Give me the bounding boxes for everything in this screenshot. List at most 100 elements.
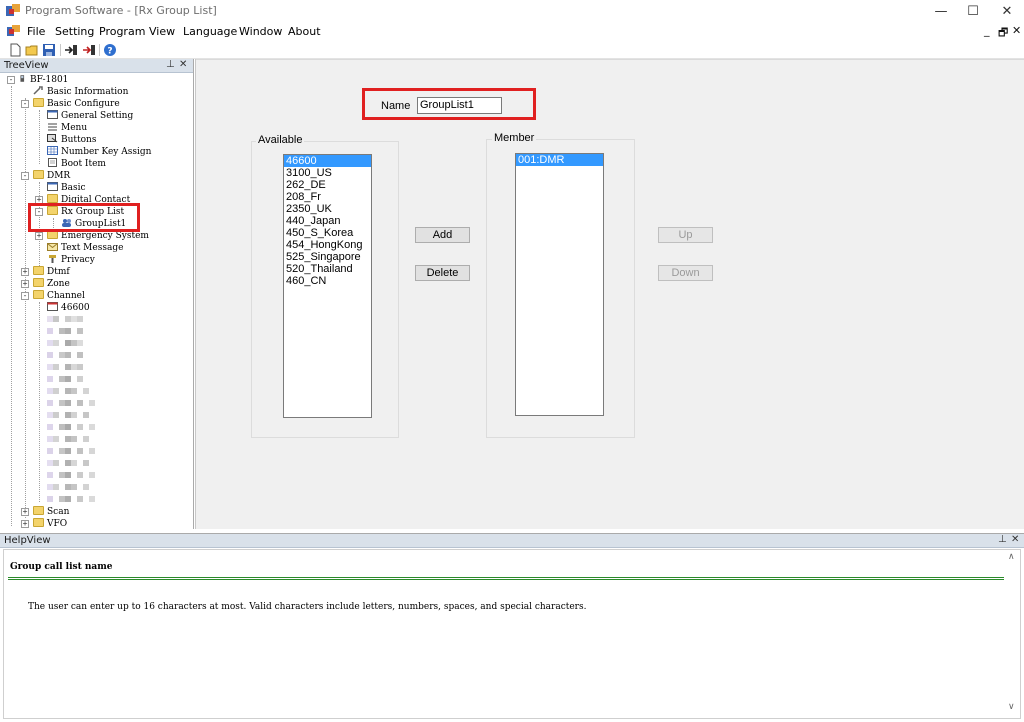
expand-toggle[interactable]: + <box>21 520 29 528</box>
add-button[interactable]: Add <box>415 227 470 243</box>
expand-toggle[interactable]: + <box>21 268 29 276</box>
expand-toggle[interactable]: + <box>35 232 43 240</box>
menu-window[interactable]: Window <box>239 25 282 38</box>
tree-node-label: Zone <box>47 279 70 289</box>
folder-icon <box>33 518 44 527</box>
menu-about[interactable]: About <box>288 25 321 38</box>
member-list-item[interactable]: 001:DMR <box>516 154 603 166</box>
treeview-header: TreeView ⊥ ✕ <box>0 59 193 73</box>
tree-node-menu[interactable]: Menu <box>47 122 87 134</box>
collapse-toggle[interactable]: - <box>21 292 29 300</box>
pin-icon[interactable]: ⊥ <box>166 59 175 70</box>
member-listbox[interactable]: 001:DMR <box>515 153 604 416</box>
tree-node-label: 46600 <box>61 303 90 313</box>
name-label: Name <box>381 100 411 112</box>
available-list-item[interactable]: 450_S_Korea <box>284 227 371 239</box>
list-icon <box>48 123 57 131</box>
close-button[interactable]: ✕ <box>990 0 1024 22</box>
menu-language[interactable]: Language <box>183 25 237 38</box>
available-label: Available <box>256 134 305 146</box>
collapse-toggle[interactable]: - <box>21 172 29 180</box>
button-icon <box>47 134 58 143</box>
collapse-toggle[interactable]: - <box>7 76 15 84</box>
menu-program[interactable]: Program <box>99 25 145 38</box>
expand-toggle[interactable]: + <box>21 280 29 288</box>
open-folder-icon[interactable] <box>25 43 39 57</box>
available-list-item[interactable]: 262_DE <box>284 179 371 191</box>
maximize-button[interactable]: ☐ <box>956 0 990 22</box>
child-window-icon[interactable] <box>7 25 20 37</box>
folder-icon <box>33 170 44 179</box>
tree-node-number-key-assign[interactable]: Number Key Assign <box>47 146 151 158</box>
tree-node-label: Channel <box>47 291 85 301</box>
window-title: Program Software - [Rx Group List] <box>25 4 217 17</box>
name-input[interactable]: GroupList1 <box>417 97 502 114</box>
collapse-toggle[interactable]: - <box>21 100 29 108</box>
help-text: The user can enter up to 16 characters a… <box>28 602 587 612</box>
available-list-item[interactable]: 525_Singapore <box>284 251 371 263</box>
tree-node-scan[interactable]: Scan <box>33 506 69 518</box>
tree-node-label: VFO <box>47 519 68 529</box>
mdi-minimize-button[interactable]: _ <box>984 24 990 37</box>
available-list-item[interactable]: 46600 <box>284 155 371 167</box>
pin-icon[interactable]: ⊥ <box>998 534 1007 545</box>
available-list-item[interactable]: 440_Japan <box>284 215 371 227</box>
tree-node-channel[interactable]: Channel <box>33 290 85 302</box>
treeview-close-button[interactable]: ✕ <box>179 59 187 70</box>
delete-button[interactable]: Delete <box>415 265 470 281</box>
tree-node-boot-item[interactable]: Boot Item <box>47 158 106 170</box>
available-listbox[interactable]: 46600 3100_US 262_DE 208_Fr 2350_UK 440_Japan… <box>283 154 372 418</box>
tree-node-root[interactable]: BF-1801 <box>19 74 68 86</box>
read-from-radio-icon[interactable] <box>64 43 78 57</box>
expand-toggle[interactable]: + <box>21 508 29 516</box>
available-list-item[interactable]: 520_Thailand <box>284 263 371 275</box>
main-top-edge <box>196 59 1024 60</box>
help-scrollbar[interactable]: ∧ ∨ <box>1006 552 1018 716</box>
tree-node-basic-configure[interactable]: Basic Configure <box>33 98 120 110</box>
tree-node-dmr[interactable]: DMR <box>33 170 70 182</box>
tree-node-general-setting[interactable]: General Setting <box>47 110 133 122</box>
help-icon[interactable]: ? <box>103 43 117 57</box>
tree-node-basic[interactable]: Basic <box>47 182 86 194</box>
menu-file[interactable]: File <box>27 25 45 38</box>
title-bar: Program Software - [Rx Group List] — ☐ ✕ <box>0 0 1024 22</box>
tree-node-channel-46600[interactable]: 46600 <box>47 302 90 314</box>
available-list-item[interactable]: 3100_US <box>284 167 371 179</box>
tree-node-label: Scan <box>47 507 70 517</box>
tree-line <box>11 86 12 526</box>
scroll-up-icon[interactable]: ∧ <box>1008 552 1015 562</box>
up-button[interactable]: Up <box>658 227 713 243</box>
down-button[interactable]: Down <box>658 265 713 281</box>
tree-node-dtmf[interactable]: Dtmf <box>33 266 70 278</box>
tree-node-label: Basic Information <box>47 87 129 97</box>
folder-icon <box>33 98 44 107</box>
write-to-radio-icon[interactable] <box>82 43 96 57</box>
tree-node-privacy[interactable]: Privacy <box>47 254 95 266</box>
keypad-icon <box>47 146 58 155</box>
available-list-item[interactable]: 2350_UK <box>284 203 371 215</box>
tree-node-buttons[interactable]: Buttons <box>47 134 96 146</box>
menu-view[interactable]: View <box>149 25 175 38</box>
available-list-item[interactable]: 454_HongKong <box>284 239 371 251</box>
mdi-close-button[interactable]: ✕ <box>1012 24 1021 37</box>
folder-icon <box>33 506 44 515</box>
minimize-button[interactable]: — <box>924 0 958 22</box>
scroll-down-icon[interactable]: ∨ <box>1008 702 1015 712</box>
menu-setting[interactable]: Setting <box>55 25 94 38</box>
privacy-icon <box>49 255 56 263</box>
tree-node-basic-information[interactable]: Basic Information <box>33 86 128 98</box>
calendar-icon <box>47 182 58 191</box>
new-file-icon[interactable] <box>8 43 22 57</box>
tree-node-label: DMR <box>47 171 71 181</box>
tree-line <box>39 302 40 502</box>
tree-node-label: Basic Configure <box>47 99 120 109</box>
tree-node-label: Boot Item <box>61 159 106 169</box>
tree-node-zone[interactable]: Zone <box>33 278 70 290</box>
available-list-item[interactable]: 208_Fr <box>284 191 371 203</box>
helpview-close-button[interactable]: ✕ <box>1011 534 1019 545</box>
tree-node-text-message[interactable]: Text Message <box>47 242 123 254</box>
tree-node-vfo[interactable]: VFO <box>33 518 67 529</box>
folder-icon <box>33 290 44 299</box>
save-icon[interactable] <box>42 43 56 57</box>
available-list-item[interactable]: 460_CN <box>284 275 371 287</box>
